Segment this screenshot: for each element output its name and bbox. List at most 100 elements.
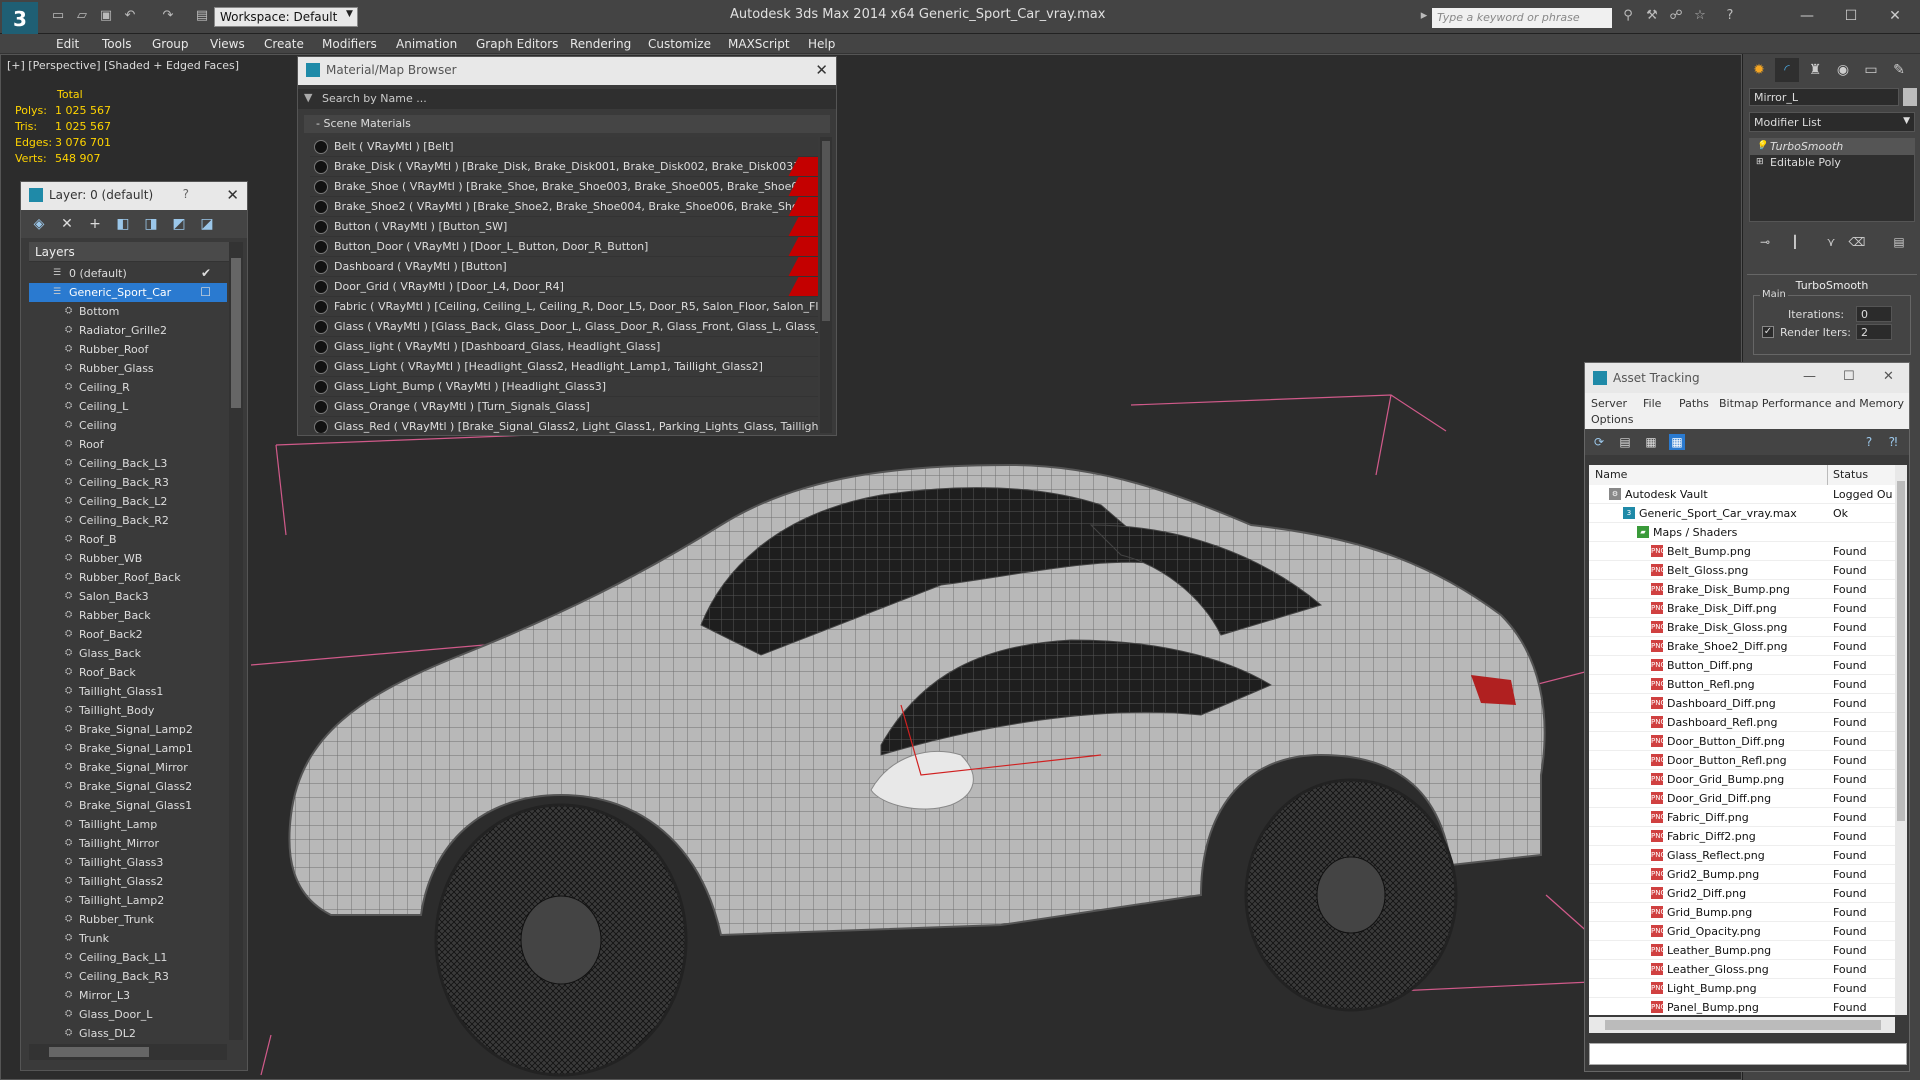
help-icon[interactable]: ? <box>1722 9 1738 23</box>
layer-object-row[interactable]: ⛭ Salon_Back3 <box>29 587 227 606</box>
material-search-input[interactable]: ▼ Search by Name ... <box>298 89 836 109</box>
asset-menu-file[interactable]: File <box>1643 397 1661 410</box>
asset-row[interactable]: PNG Belt_Gloss.png Found <box>1589 561 1895 580</box>
asset-row[interactable]: PNG Grid2_Diff.png Found <box>1589 884 1895 903</box>
asset-menu-paths[interactable]: Paths <box>1679 397 1709 410</box>
asset-row[interactable]: PNG Brake_Disk_Gloss.png Found <box>1589 618 1895 637</box>
layer-object-row[interactable]: ⛭ Rubber_Roof <box>29 340 227 359</box>
highlight-selected-icon[interactable]: ◨ <box>143 216 159 232</box>
hierarchy-tab-icon[interactable]: ♜ <box>1803 58 1827 82</box>
layer-object-row[interactable]: ⛭ Rubber_Roof_Back <box>29 568 227 587</box>
search-input[interactable]: Type a keyword or phrase <box>1432 8 1612 28</box>
modify-tab-icon[interactable]: ◜ <box>1775 58 1799 82</box>
favorites-star-icon[interactable]: ☆ <box>1692 9 1708 23</box>
layer-object-row[interactable]: ⛭ Glass_Door_L <box>29 1005 227 1024</box>
asset-row[interactable]: PNG Panel_Bump.png Found <box>1589 998 1895 1015</box>
layer-object-row[interactable]: ⛭ Trunk <box>29 929 227 948</box>
perspective-viewport[interactable]: [+] [Perspective] [Shaded + Edged Faces]… <box>0 54 1742 1080</box>
layer-row[interactable]: ☰ 0 (default) ✔ <box>29 264 227 283</box>
layer-object-row[interactable]: ⛭ Bottom <box>29 302 227 321</box>
set-active-layer-checkbox[interactable]: ☐ <box>200 285 211 299</box>
asset-row[interactable]: PNG Grid_Bump.png Found <box>1589 903 1895 922</box>
material-row[interactable]: Glass_Orange ( VRayMtl ) [Turn_Signals_G… <box>310 397 818 417</box>
subscription-icon[interactable]: ⚒ <box>1644 9 1660 23</box>
layer-object-row[interactable]: ⛭ Taillight_Glass3 <box>29 853 227 872</box>
layer-object-row[interactable]: ⛭ Brake_Signal_Glass2 <box>29 777 227 796</box>
layer-object-row[interactable]: ⛭ Ceiling_Back_L2 <box>29 492 227 511</box>
create-tab-icon[interactable]: ✹ <box>1747 58 1771 82</box>
layer-object-row[interactable]: ⛭ Taillight_Mirror <box>29 834 227 853</box>
layer-vertical-scrollbar[interactable] <box>229 242 243 1040</box>
scrollbar-thumb[interactable] <box>231 258 241 408</box>
new-file-icon[interactable]: ▭ <box>50 9 66 23</box>
material-row[interactable]: Door_Grid ( VRayMtl ) [Door_L4, Door_R4] <box>310 277 818 297</box>
layer-object-row[interactable]: ⛭ Brake_Signal_Mirror <box>29 758 227 777</box>
layer-object-row[interactable]: ⛭ Taillight_Lamp <box>29 815 227 834</box>
asset-row[interactable]: PNG Grid_Opacity.png Found <box>1589 922 1895 941</box>
column-divider[interactable] <box>1827 465 1828 485</box>
scrollbar-thumb[interactable] <box>1605 1020 1881 1030</box>
make-unique-icon[interactable]: ⋎ <box>1821 232 1841 252</box>
pin-stack-icon[interactable]: ⊸ <box>1755 232 1775 252</box>
layer-object-row[interactable]: ⛭ Ceiling_Back_R3 <box>29 967 227 986</box>
show-end-result-icon[interactable]: ┃ <box>1785 232 1805 252</box>
material-row[interactable]: Glass ( VRayMtl ) [Glass_Back, Glass_Doo… <box>310 317 818 337</box>
asset-row[interactable]: PNG Light_Bump.png Found <box>1589 979 1895 998</box>
asset-row[interactable]: PNG Grid2_Bump.png Found <box>1589 865 1895 884</box>
asset-tracking-titlebar[interactable]: Asset Tracking — ☐ ✕ <box>1585 363 1909 393</box>
display-tab-icon[interactable]: ▭ <box>1859 58 1883 82</box>
material-row[interactable]: Brake_Shoe2 ( VRayMtl ) [Brake_Shoe2, Br… <box>310 197 818 217</box>
add-to-layer-icon[interactable]: + <box>87 216 103 232</box>
material-row[interactable]: Brake_Disk ( VRayMtl ) [Brake_Disk, Brak… <box>310 157 818 177</box>
asset-row[interactable]: PNG Fabric_Diff.png Found <box>1589 808 1895 827</box>
asset-row[interactable]: PNG Button_Diff.png Found <box>1589 656 1895 675</box>
close-icon[interactable]: ✕ <box>815 61 828 79</box>
object-name-field[interactable]: Mirror_L <box>1749 88 1899 106</box>
menu-modifiers[interactable]: Modifiers <box>322 37 377 51</box>
material-row[interactable]: Glass_Red ( VRayMtl ) [Brake_Signal_Glas… <box>310 417 818 433</box>
scrollbar-thumb[interactable] <box>822 141 830 321</box>
menu-edit[interactable]: Edit <box>56 37 79 51</box>
layer-object-row[interactable]: ⛭ Roof_B <box>29 530 227 549</box>
help-icon[interactable]: ? <box>183 187 189 201</box>
material-row[interactable]: Brake_Shoe ( VRayMtl ) [Brake_Shoe, Brak… <box>310 177 818 197</box>
asset-menu-bitmap-performance[interactable]: Bitmap Performance and Memory <box>1719 397 1904 410</box>
asset-row[interactable]: PNG Fabric_Diff2.png Found <box>1589 827 1895 846</box>
layer-object-row[interactable]: ⛭ Glass_Back <box>29 644 227 663</box>
modifier-list-dropdown[interactable]: Modifier List ▼ <box>1749 112 1915 132</box>
layer-object-row[interactable]: ⛭ Brake_Signal_Lamp1 <box>29 739 227 758</box>
motion-tab-icon[interactable]: ◉ <box>1831 58 1855 82</box>
layer-object-row[interactable]: ⛭ Rabber_Back <box>29 606 227 625</box>
minimize-button[interactable]: — <box>1794 5 1820 27</box>
layer-object-row[interactable]: ⛭ Ceiling_Back_L1 <box>29 948 227 967</box>
expand-plus-icon[interactable]: ⊞ <box>1756 157 1764 167</box>
material-row[interactable]: Fabric ( VRayMtl ) [Ceiling, Ceiling_L, … <box>310 297 818 317</box>
app-logo-icon[interactable]: 3 <box>2 2 38 36</box>
scene-materials-group[interactable]: - Scene Materials <box>304 115 830 133</box>
menu-rendering[interactable]: Rendering <box>570 37 631 51</box>
menu-create[interactable]: Create <box>264 37 304 51</box>
table-view-icon[interactable]: ▦ <box>1669 434 1685 450</box>
hide-all-layers-icon[interactable]: ◩ <box>171 216 187 232</box>
remove-modifier-icon[interactable]: ⌫ <box>1847 232 1867 252</box>
material-row[interactable]: Belt ( VRayMtl ) [Belt] <box>310 137 818 157</box>
asset-row[interactable]: ⚙ Autodesk Vault Logged Ou <box>1589 485 1895 504</box>
layer-object-row[interactable]: ⛭ Rubber_Trunk <box>29 910 227 929</box>
asset-row[interactable]: PNG Dashboard_Diff.png Found <box>1589 694 1895 713</box>
stack-item-turbosmooth[interactable]: 💡 TurboSmooth <box>1750 139 1914 155</box>
layer-object-row[interactable]: ⛭ Radiator_Grille2 <box>29 321 227 340</box>
scrollbar-thumb[interactable] <box>49 1047 149 1057</box>
layer-object-row[interactable]: ⛭ Roof <box>29 435 227 454</box>
undo-icon[interactable]: ↶ <box>122 9 138 23</box>
material-list-scrollbar[interactable] <box>820 137 832 433</box>
asset-row[interactable]: PNG Brake_Shoe2_Diff.png Found <box>1589 637 1895 656</box>
select-layer-objects-icon[interactable]: ◧ <box>115 216 131 232</box>
material-browser-titlebar[interactable]: Material/Map Browser ✕ <box>298 57 836 85</box>
minimize-button[interactable]: — <box>1803 369 1816 384</box>
menu-views[interactable]: Views <box>210 37 245 51</box>
asset-menu-options[interactable]: Options <box>1591 413 1633 426</box>
maximize-button[interactable]: ☐ <box>1843 369 1855 384</box>
layer-object-row[interactable]: ⛭ Brake_Signal_Lamp2 <box>29 720 227 739</box>
binoculars-icon[interactable]: ⚲ <box>1620 9 1636 23</box>
asset-row[interactable]: PNG Door_Grid_Bump.png Found <box>1589 770 1895 789</box>
